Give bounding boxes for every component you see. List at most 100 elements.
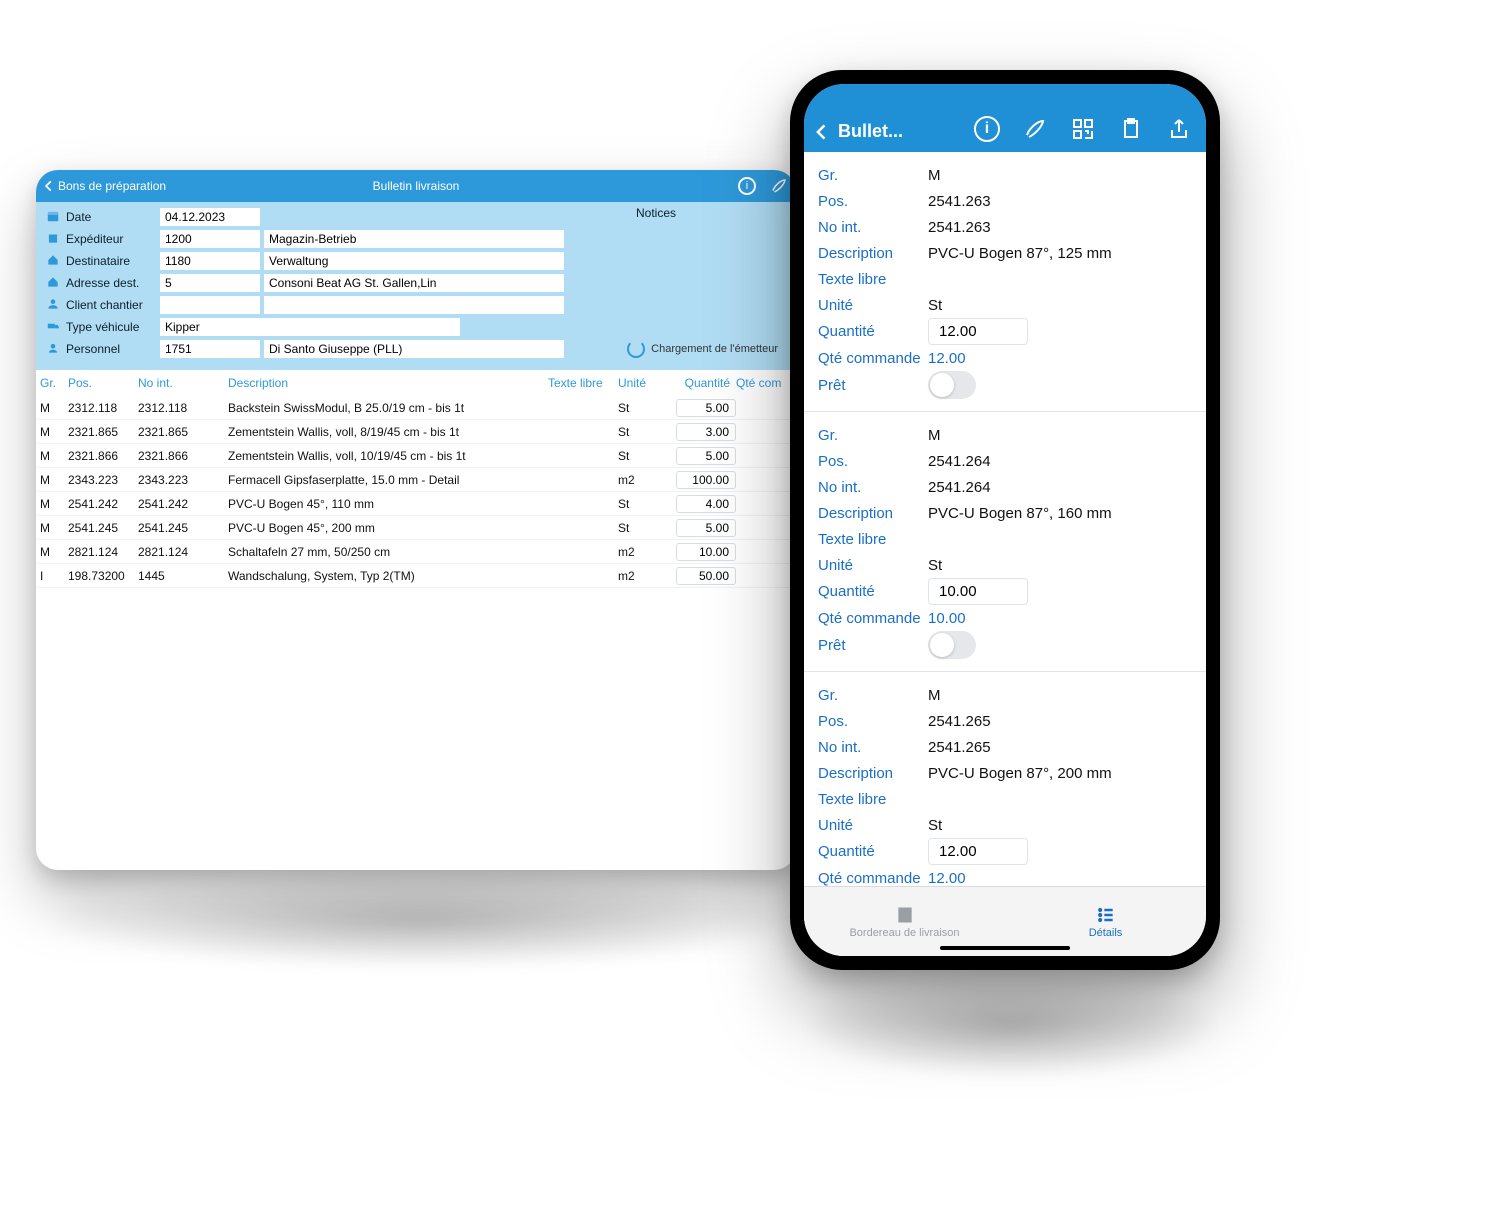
cell-desc: Fermacell Gipsfaserplatte, 15.0 mm - Det… — [228, 473, 548, 487]
cell-desc: Wandschalung, System, Typ 2(TM) — [228, 569, 548, 583]
field-value: St — [928, 297, 942, 314]
table-row[interactable]: M2541.2422541.242PVC-U Bogen 45°, 110 mm… — [36, 492, 796, 516]
field-value: 2541.265 — [928, 739, 991, 756]
cell-pos: 2312.118 — [68, 401, 138, 415]
destinataire-name-input[interactable] — [264, 252, 564, 270]
clipboard-icon[interactable] — [1118, 116, 1144, 142]
loading-indicator: Chargement de l'émetteur — [627, 340, 778, 358]
field-value: PVC-U Bogen 87°, 200 mm — [928, 765, 1112, 782]
quantity-input[interactable] — [928, 578, 1028, 605]
field-label: No int. — [818, 739, 928, 756]
quantity-input[interactable] — [676, 495, 736, 513]
cell-pos: 198.73200 — [68, 569, 138, 583]
field-label: Qté commande — [818, 870, 928, 887]
table-row[interactable]: M2312.1182312.118Backstein SwissModul, B… — [36, 396, 796, 420]
quantity-input[interactable] — [928, 318, 1028, 345]
cell-gr: M — [40, 521, 68, 535]
client-name-input[interactable] — [264, 296, 564, 314]
topbar-actions: i — [974, 116, 1198, 142]
date-input[interactable] — [160, 208, 260, 226]
expediteur-label: Expéditeur — [66, 232, 156, 246]
field-label: Prêt — [818, 637, 928, 654]
loading-label: Chargement de l'émetteur — [651, 343, 778, 355]
field-label: No int. — [818, 479, 928, 496]
info-icon[interactable]: i — [738, 177, 756, 195]
cell-unite: St — [618, 401, 666, 415]
cell-gr: M — [40, 401, 68, 415]
table-row[interactable]: M2821.1242821.124Schaltafeln 27 mm, 50/2… — [36, 540, 796, 564]
table-row[interactable]: M2541.2452541.245PVC-U Bogen 45°, 200 mm… — [36, 516, 796, 540]
cell-noint: 2321.866 — [138, 449, 228, 463]
detail-item: Gr.MPos.2541.263No int.2541.263Descripti… — [804, 152, 1206, 412]
destinataire-code-input[interactable] — [160, 252, 260, 270]
personnel-name-input[interactable] — [264, 340, 564, 358]
share-icon[interactable] — [1166, 116, 1192, 142]
quantity-input[interactable] — [676, 399, 736, 417]
field-label: Qté commande — [818, 610, 928, 627]
cell-desc: Backstein SwissModul, B 25.0/19 cm - bis… — [228, 401, 548, 415]
cell-unite: St — [618, 521, 666, 535]
field-label: Description — [818, 505, 928, 522]
tablet-window: Bons de préparation Bulletin livraison i… — [36, 170, 796, 870]
personnel-code-input[interactable] — [160, 340, 260, 358]
detail-list[interactable]: Gr.MPos.2541.263No int.2541.263Descripti… — [804, 152, 1206, 886]
tablet-topbar: Bons de préparation Bulletin livraison i — [36, 170, 796, 202]
ready-toggle[interactable] — [928, 371, 976, 399]
client-code-input[interactable] — [160, 296, 260, 314]
adresse-name-input[interactable] — [264, 274, 564, 292]
topbar-actions: i — [738, 177, 788, 195]
field-label: Unité — [818, 557, 928, 574]
cell-noint: 2821.124 — [138, 545, 228, 559]
info-icon[interactable]: i — [974, 116, 1000, 142]
phone-title: Bullet... — [838, 121, 903, 142]
quantity-input[interactable] — [676, 567, 736, 585]
cell-gr: M — [40, 449, 68, 463]
back-button[interactable]: Bons de préparation — [36, 179, 166, 193]
quantity-input[interactable] — [676, 543, 736, 561]
quantity-input[interactable] — [676, 447, 736, 465]
expediteur-name-input[interactable] — [264, 230, 564, 248]
cell-noint: 1445 — [138, 569, 228, 583]
field-label: Quantité — [818, 583, 928, 600]
quantity-input[interactable] — [928, 838, 1028, 865]
cell-gr: M — [40, 545, 68, 559]
cell-noint: 2541.242 — [138, 497, 228, 511]
quantity-input[interactable] — [676, 471, 736, 489]
table-header: Gr. Pos. No int. Description Texte libre… — [36, 370, 796, 396]
back-button[interactable] — [812, 122, 832, 142]
cell-desc: Zementstein Wallis, voll, 8/19/45 cm - b… — [228, 425, 548, 439]
document-icon — [893, 905, 917, 925]
home-indicator[interactable] — [940, 946, 1070, 950]
field-label: Unité — [818, 297, 928, 314]
field-value: PVC-U Bogen 87°, 125 mm — [928, 245, 1112, 262]
cell-pos: 2541.242 — [68, 497, 138, 511]
brush-icon[interactable] — [770, 177, 788, 195]
cell-pos: 2541.245 — [68, 521, 138, 535]
adresse-code-input[interactable] — [160, 274, 260, 292]
table-row[interactable]: I198.732001445Wandschalung, System, Typ … — [36, 564, 796, 588]
field-label: Quantité — [818, 323, 928, 340]
table-row[interactable]: M2343.2232343.223Fermacell Gipsfaserplat… — [36, 468, 796, 492]
cell-pos: 2343.223 — [68, 473, 138, 487]
field-value: M — [928, 167, 941, 184]
cell-desc: Zementstein Wallis, voll, 10/19/45 cm - … — [228, 449, 548, 463]
field-label: No int. — [818, 219, 928, 236]
spinner-icon — [627, 340, 645, 358]
table-row[interactable]: M2321.8652321.865Zementstein Wallis, vol… — [36, 420, 796, 444]
quantity-input[interactable] — [676, 519, 736, 537]
brush-icon[interactable] — [1022, 116, 1048, 142]
destinataire-label: Destinataire — [66, 254, 156, 268]
field-value: 2541.265 — [928, 713, 991, 730]
quantity-input[interactable] — [676, 423, 736, 441]
ready-toggle[interactable] — [928, 631, 976, 659]
cell-noint: 2343.223 — [138, 473, 228, 487]
qr-icon[interactable] — [1070, 116, 1096, 142]
field-value: M — [928, 427, 941, 444]
field-label: Qté commande — [818, 350, 928, 367]
col-pos: Pos. — [68, 376, 138, 390]
vehicule-input[interactable] — [160, 318, 460, 336]
field-label: Quantité — [818, 843, 928, 860]
expediteur-code-input[interactable] — [160, 230, 260, 248]
table-row[interactable]: M2321.8662321.866Zementstein Wallis, vol… — [36, 444, 796, 468]
field-label: Texte libre — [818, 791, 928, 808]
